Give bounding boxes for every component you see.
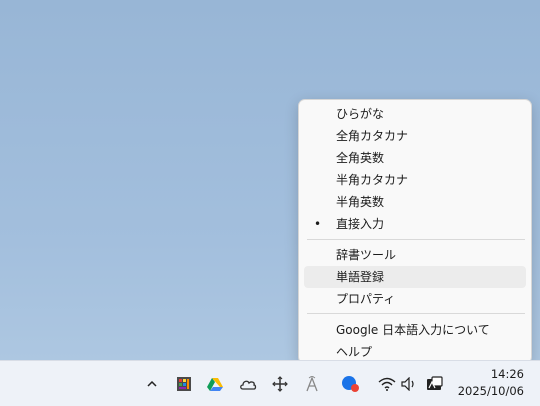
menu-item-fullwidth-alnum[interactable]: 全角英数 xyxy=(304,147,526,169)
onedrive-icon[interactable] xyxy=(235,361,261,406)
menu-item-halfwidth-katakana[interactable]: 半角カタカナ xyxy=(304,169,526,191)
menu-item-fullwidth-katakana[interactable]: 全角カタカナ xyxy=(304,125,526,147)
menu-item-label: Google 日本語入力について xyxy=(336,323,490,337)
menu-item-label: 全角カタカナ xyxy=(336,129,409,143)
menu-item-label: プロパティ xyxy=(336,292,396,306)
menu-item-properties[interactable]: プロパティ xyxy=(304,288,526,310)
menu-item-direct-input[interactable]: • 直接入力 xyxy=(304,213,526,235)
clock-time: 14:26 xyxy=(490,367,524,381)
menu-separator xyxy=(307,313,525,314)
menu-item-label: 全角英数 xyxy=(336,151,385,165)
system-clock[interactable]: 14:26 2025/10/06 xyxy=(458,366,524,400)
ime-context-menu: ひらがな 全角カタカナ 全角英数 半角カタカナ 半角英数 • 直接入力 辞書ツー… xyxy=(298,99,532,364)
menu-item-label: 辞書ツール xyxy=(336,248,397,262)
menu-item-dictionary-tool[interactable]: 辞書ツール xyxy=(304,244,526,266)
menu-item-halfwidth-alnum[interactable]: 半角英数 xyxy=(304,191,526,213)
app-icon[interactable] xyxy=(171,361,197,406)
clock-date: 2025/10/06 xyxy=(457,384,524,398)
ime-mode-icon[interactable] xyxy=(422,361,448,406)
menu-item-label: 半角カタカナ xyxy=(336,173,409,187)
menu-item-about[interactable]: Google 日本語入力について xyxy=(304,319,526,341)
move-icon[interactable] xyxy=(267,361,293,406)
menu-item-label: ひらがな xyxy=(336,107,385,121)
menu-item-label: 半角英数 xyxy=(336,195,385,209)
menu-separator xyxy=(307,239,525,240)
menu-item-word-register[interactable]: 単語登録 xyxy=(304,266,526,288)
chrome-profile-icon[interactable] xyxy=(337,361,363,406)
menu-item-label: 直接入力 xyxy=(336,217,385,231)
ime-a-icon[interactable] xyxy=(299,361,325,406)
google-drive-icon[interactable] xyxy=(202,361,228,406)
menu-item-hiragana[interactable]: ひらがな xyxy=(304,103,526,125)
taskbar: 14:26 2025/10/06 xyxy=(0,360,540,406)
chevron-up-icon[interactable] xyxy=(139,361,165,406)
checked-bullet-icon: • xyxy=(314,217,322,231)
menu-item-label: 単語登録 xyxy=(336,270,385,284)
volume-icon[interactable] xyxy=(396,361,422,406)
